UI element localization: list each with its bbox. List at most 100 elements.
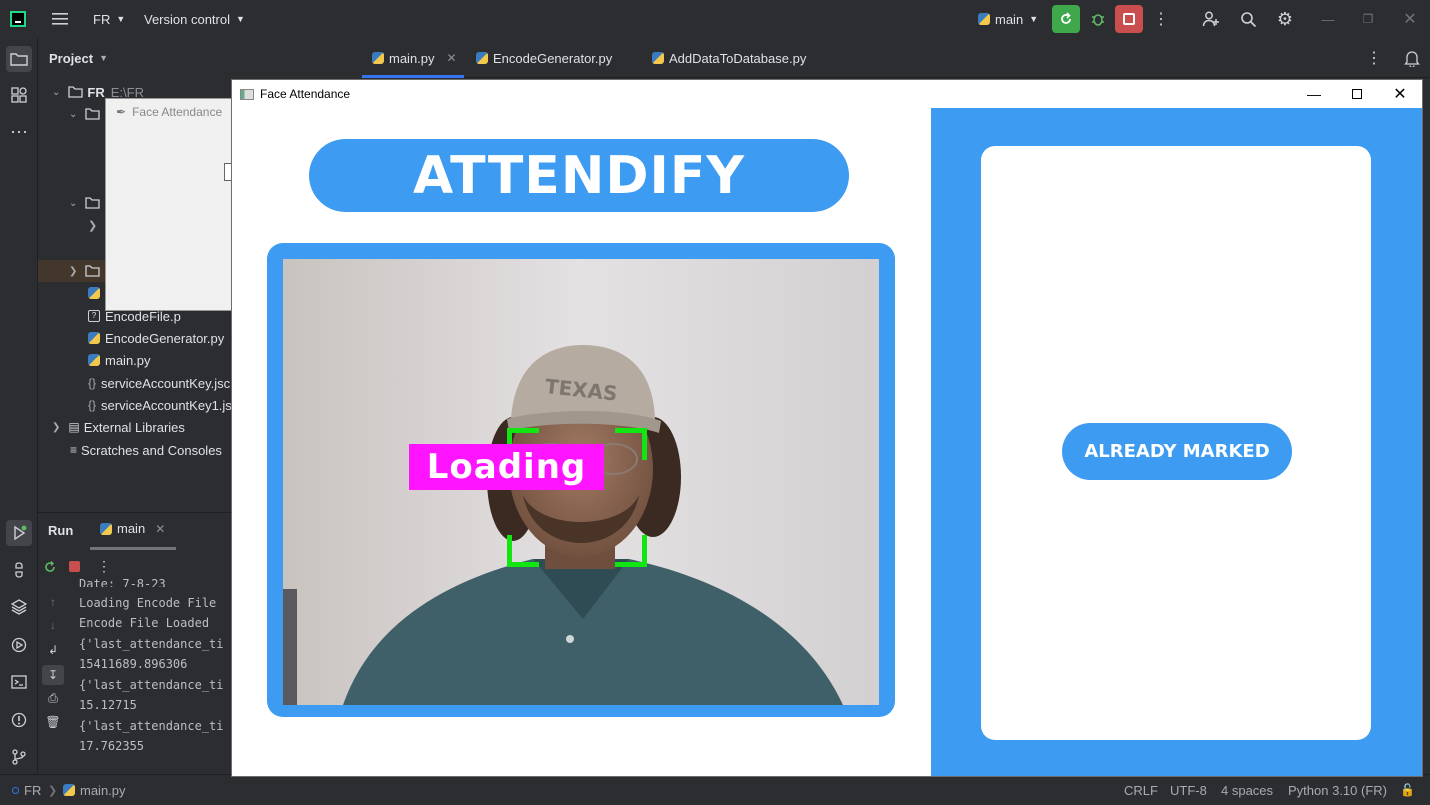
- tree-file[interactable]: {} serviceAccountKey1.js: [88, 394, 232, 416]
- arrow-down-icon[interactable]: ↓: [46, 618, 60, 632]
- tree-file[interactable]: [88, 282, 105, 304]
- more-actions-icon[interactable]: ⋮: [97, 557, 111, 575]
- lock-icon[interactable]: 🔓: [1400, 775, 1415, 805]
- console-line: Encode File Loaded: [79, 616, 210, 630]
- search-icon[interactable]: [1238, 9, 1258, 29]
- tree-file[interactable]: EncodeGenerator.py: [88, 327, 224, 349]
- app-banner-title: ATTENDIFY: [412, 145, 746, 206]
- python-icon: [88, 354, 100, 366]
- scroll-to-end-icon[interactable]: ↧: [42, 665, 64, 685]
- close-icon[interactable]: ✕: [447, 51, 457, 65]
- run-tab-label: main: [117, 521, 146, 536]
- webcam-feed: TEXAS Loading: [283, 259, 879, 705]
- tab-add-data-to-database[interactable]: AddDataToDatabase.py: [652, 38, 806, 78]
- main-menu-icon[interactable]: [50, 0, 70, 38]
- status-encoding[interactable]: UTF-8: [1170, 775, 1207, 805]
- arrow-up-icon[interactable]: ↑: [46, 595, 60, 609]
- loading-label: Loading: [426, 447, 587, 487]
- tree-folder[interactable]: ❯: [69, 260, 101, 282]
- terminal-icon[interactable]: [7, 670, 31, 694]
- more-tools-icon[interactable]: ⋯: [7, 120, 31, 144]
- status-indent[interactable]: 4 spaces: [1221, 775, 1273, 805]
- console-line: 17.762355: [79, 739, 145, 753]
- chevron-down-icon: ⌄: [69, 108, 78, 120]
- console-line: {'last_attendance_ti: [79, 678, 224, 692]
- tree-file-label: EncodeGenerator.py: [105, 330, 225, 346]
- version-control-menu[interactable]: Version control ▼: [144, 0, 245, 38]
- tree-file-label: serviceAccountKey1.js: [101, 397, 232, 413]
- chevron-down-icon: ▼: [236, 14, 245, 24]
- soft-wrap-icon[interactable]: ↲: [46, 643, 60, 657]
- trash-icon[interactable]: 🗑: [45, 715, 60, 729]
- loading-overlay: Loading: [409, 444, 604, 490]
- status-line-ending[interactable]: CRLF: [1124, 775, 1158, 805]
- already-marked-label: ALREADY MARKED: [1084, 441, 1270, 462]
- chevron-right-icon: ❯: [69, 265, 78, 277]
- console-line: 15.12715: [79, 698, 137, 712]
- notifications-icon[interactable]: [1402, 48, 1422, 68]
- python-console-icon[interactable]: [7, 558, 31, 582]
- run-tab-main[interactable]: main ✕: [100, 521, 165, 536]
- structure-icon[interactable]: [7, 83, 31, 107]
- close-button[interactable]: ✕: [1378, 80, 1422, 108]
- project-switcher-label: FR: [93, 11, 111, 27]
- status-file-label: main.py: [80, 782, 126, 798]
- status-project[interactable]: FR: [12, 775, 41, 805]
- add-user-icon[interactable]: [1200, 9, 1222, 29]
- camera-frame: TEXAS Loading: [267, 243, 895, 717]
- tree-folder[interactable]: ⌄: [69, 103, 101, 125]
- folder-icon[interactable]: [6, 46, 32, 72]
- library-icon: ▤: [68, 420, 80, 434]
- minimize-icon: —: [1307, 86, 1321, 102]
- project-switcher[interactable]: FR ▼: [93, 0, 125, 38]
- console-line: 15411689.896306: [79, 657, 188, 671]
- tab-actions-icon[interactable]: ⋮: [1366, 48, 1382, 68]
- layers-icon[interactable]: [7, 595, 31, 619]
- chevron-right-icon[interactable]: ❯: [88, 214, 97, 236]
- problems-icon[interactable]: [7, 708, 31, 732]
- project-panel-header[interactable]: Project ▼: [49, 47, 108, 69]
- tree-file[interactable]: {} serviceAccountKey.jsc: [88, 372, 230, 394]
- services-icon[interactable]: [7, 633, 31, 657]
- debug-button[interactable]: [1088, 9, 1108, 29]
- ide-logo-icon[interactable]: [10, 0, 26, 38]
- chevron-down-icon: ⌄: [69, 197, 78, 209]
- status-interpreter[interactable]: Python 3.10 (FR): [1288, 775, 1387, 805]
- app-banner: ATTENDIFY: [309, 139, 849, 212]
- version-control-label: Version control: [144, 11, 230, 27]
- gear-icon[interactable]: ⚙: [1275, 9, 1295, 29]
- status-project-label: FR: [24, 782, 42, 798]
- maximize-button[interactable]: [1335, 80, 1379, 108]
- close-icon[interactable]: ✕: [155, 522, 165, 536]
- minimize-button[interactable]: —: [1292, 80, 1336, 108]
- tab-main-py[interactable]: main.py ✕: [372, 38, 457, 78]
- stop-button[interactable]: [1115, 5, 1143, 33]
- more-actions-icon[interactable]: ⋮: [1153, 9, 1169, 29]
- stop-icon[interactable]: [69, 561, 80, 572]
- python-icon: [978, 13, 990, 25]
- tk-window[interactable]: ✒ Face Attendance: [105, 98, 238, 311]
- tab-encode-generator[interactable]: EncodeGenerator.py: [476, 38, 612, 78]
- console-line: Loading Encode File: [79, 596, 217, 610]
- rerun-button[interactable]: [1052, 5, 1080, 33]
- run-config-selector[interactable]: main ▼: [978, 0, 1038, 38]
- rerun-icon[interactable]: [42, 559, 58, 575]
- project-panel-title: Project: [49, 50, 94, 66]
- restore-icon[interactable]: ❐: [1360, 9, 1376, 29]
- face-window-titlebar[interactable]: Face Attendance — ✕: [232, 80, 1422, 108]
- tree-external-libraries[interactable]: ❯ ▤ External Libraries: [52, 416, 185, 438]
- git-icon[interactable]: [7, 745, 31, 769]
- tree-file[interactable]: main.py: [88, 349, 151, 371]
- rerun-icon: [1061, 12, 1071, 24]
- already-marked-badge: ALREADY MARKED: [1062, 423, 1292, 480]
- run-tool-icon[interactable]: [6, 520, 32, 546]
- close-icon: ✕: [1393, 86, 1407, 103]
- close-icon[interactable]: ✕: [1402, 9, 1418, 29]
- status-file[interactable]: main.py: [63, 775, 126, 805]
- tree-folder[interactable]: ⌄: [69, 192, 101, 214]
- tk-window-titlebar[interactable]: ✒ Face Attendance: [106, 99, 234, 125]
- tree-scratches[interactable]: ≡ Scratches and Consoles: [70, 439, 222, 461]
- minimize-icon[interactable]: —: [1320, 9, 1336, 29]
- print-icon[interactable]: ⎙: [46, 691, 60, 705]
- chevron-right-icon: ❯: [48, 784, 58, 797]
